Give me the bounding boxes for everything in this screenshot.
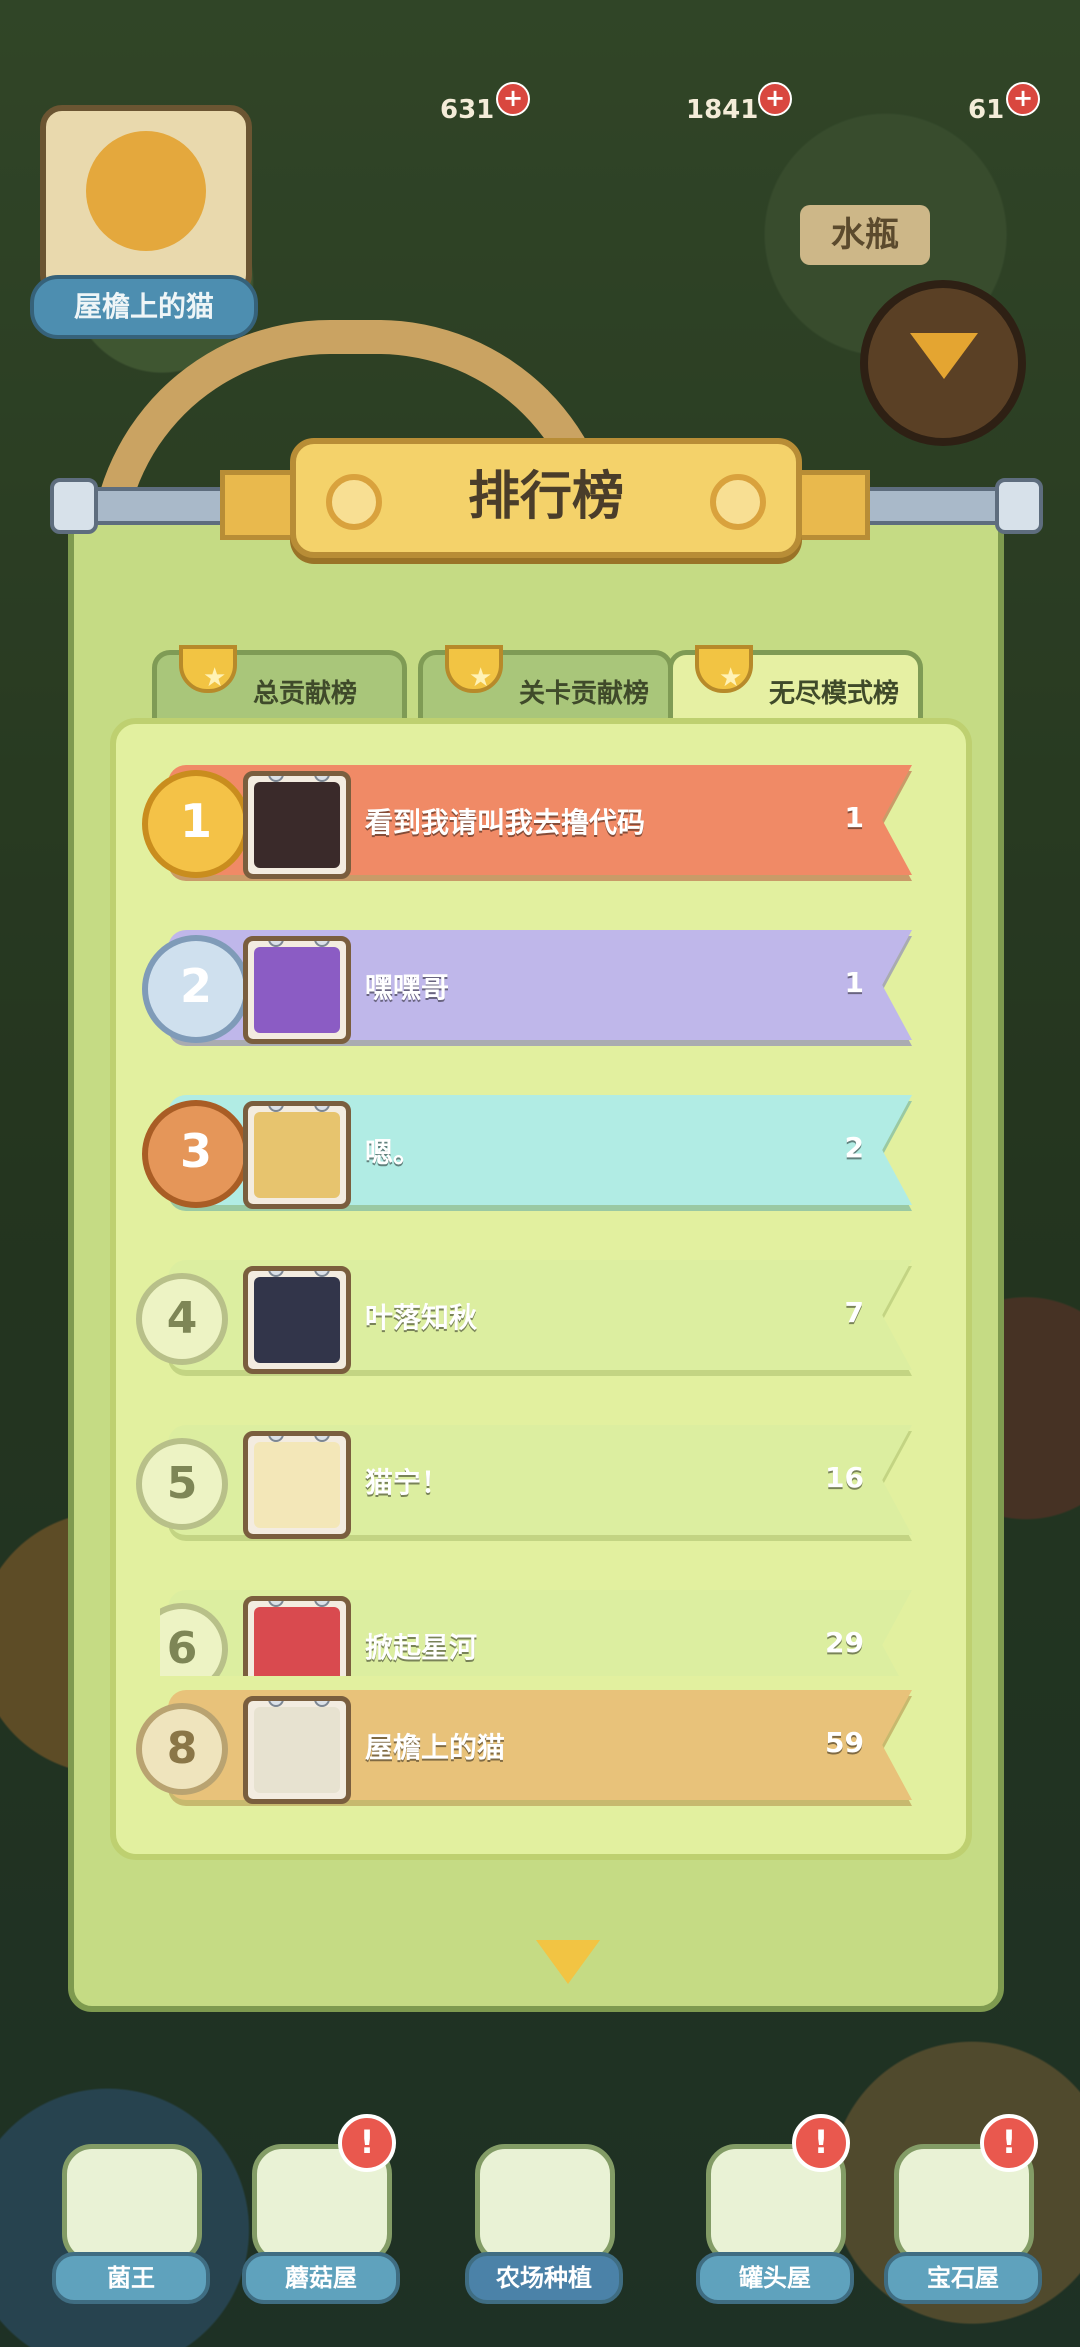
nav-label: 菌王 (52, 2252, 210, 2304)
silver-medal-badge: 2 (142, 935, 250, 1043)
rank-badge: 5 (136, 1438, 228, 1530)
player-name: 嘿嘿哥 (365, 971, 450, 1004)
player-name: 屋檐上的猫 (365, 1731, 506, 1764)
player-avatar-frame (40, 105, 252, 297)
tab-label: 总贡献榜 (253, 679, 358, 709)
trophy-icon: ★ (685, 637, 755, 709)
player-avatar (243, 936, 351, 1044)
heart-jar-icon (62, 2144, 202, 2264)
resource-potion-count: 61 (968, 95, 1005, 125)
add-gem-button[interactable]: + (496, 82, 530, 116)
background-sign: 水瓶 (800, 205, 930, 265)
player-name: 嗯。 (365, 1136, 422, 1169)
nav-mushroom-king[interactable]: 菌王 (52, 2144, 210, 2304)
resource-coin-count: 1841 (686, 95, 759, 125)
player-score: 59 (825, 1726, 864, 1759)
tab-label: 关卡贡献榜 (519, 679, 650, 709)
my-rank-badge: 8 (136, 1703, 228, 1795)
rod-cap-left (50, 478, 98, 534)
player-score: 1 (844, 801, 864, 834)
nav-label: 宝石屋 (884, 2252, 1042, 2304)
player-avatar (243, 1266, 351, 1374)
gold-medal-badge: 1 (142, 770, 250, 878)
orange-mascot-icon (86, 131, 206, 251)
player-score: 1 (844, 966, 864, 999)
rod-cap-right (995, 478, 1043, 534)
alert-badge: ! (338, 2114, 396, 2172)
nav-label: 罐头屋 (696, 2252, 854, 2304)
swirl-icon (710, 474, 766, 530)
collapse-chevron-icon[interactable] (536, 1940, 600, 1984)
ranking-row[interactable]: 3 嗯。 2 (142, 1095, 912, 1211)
bottom-navigation: 菌王 ! 蘑菇屋 农场种植 ! 罐头屋 ! 宝石屋 (0, 2110, 1080, 2347)
watering-can-icon (475, 2144, 615, 2264)
nav-gem-house[interactable]: ! 宝石屋 (884, 2114, 1042, 2304)
player-name: 叶落知秋 (365, 1301, 478, 1334)
trophy-icon: ★ (435, 637, 505, 709)
player-avatar (243, 771, 351, 879)
ranking-row[interactable]: 2 嘿嘿哥 1 (142, 930, 912, 1046)
player-avatar (243, 1431, 351, 1539)
player-score: 29 (825, 1626, 864, 1659)
player-name: 看到我请叫我去撸代码 (365, 806, 646, 839)
player-name: 掀起星河 (365, 1631, 478, 1664)
nav-label: 农场种植 (465, 2252, 623, 2304)
ranking-row[interactable]: 1 看到我请叫我去撸代码 1 (142, 765, 912, 881)
player-name: 猫宁！ (365, 1466, 450, 1499)
alert-badge: ! (792, 2114, 850, 2172)
player-name: 屋檐上的猫 (30, 275, 258, 339)
nav-label: 蘑菇屋 (242, 2252, 400, 2304)
ranking-row[interactable]: 4 叶落知秋 7 (136, 1260, 912, 1376)
player-score: 7 (844, 1296, 864, 1329)
nav-farm-planting[interactable]: 农场种植 (465, 2144, 623, 2304)
trophy-icon: ★ (169, 637, 239, 709)
bronze-medal-badge: 3 (142, 1100, 250, 1208)
nav-can-house[interactable]: ! 罐头屋 (696, 2114, 854, 2304)
player-avatar (243, 1596, 351, 1676)
resource-gem-count: 631 (440, 95, 495, 125)
ranking-row[interactable]: 5 猫宁！ 16 (136, 1425, 912, 1541)
leaderboard-title-banner: 排行榜 (290, 438, 802, 558)
add-coin-button[interactable]: + (758, 82, 792, 116)
player-profile-card[interactable]: 屋檐上的猫 (30, 60, 258, 340)
player-score: 2 (844, 1131, 864, 1164)
add-potion-button[interactable]: + (1006, 82, 1040, 116)
ranking-row[interactable]: 6 掀起星河 29 (160, 1590, 912, 1676)
player-avatar (243, 1696, 351, 1804)
nav-mushroom-house[interactable]: ! 蘑菇屋 (242, 2114, 400, 2304)
player-score: 16 (825, 1461, 864, 1494)
my-ranking-row[interactable]: 8 屋檐上的猫 59 (136, 1690, 912, 1806)
tab-label: 无尽模式榜 (769, 679, 900, 709)
download-button[interactable] (860, 280, 1026, 446)
player-avatar (243, 1101, 351, 1209)
rank-badge: 4 (136, 1273, 228, 1365)
down-arrow-icon (910, 333, 978, 379)
alert-badge: ! (980, 2114, 1038, 2172)
